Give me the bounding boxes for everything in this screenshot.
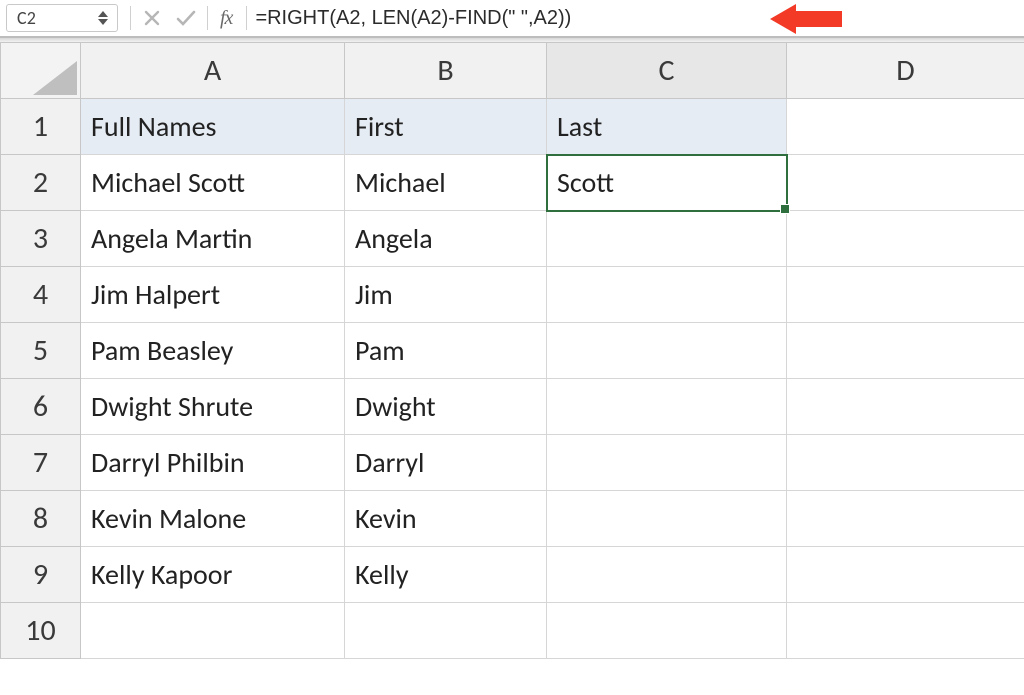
formula-bar: C2 fx [0, 0, 1024, 38]
table-row: 2 Michael Scott Michael Scott [1, 155, 1024, 211]
cell-A3[interactable]: Angela Martin [81, 211, 345, 267]
cell-B9[interactable]: Kelly [345, 547, 547, 603]
cell-C6[interactable] [547, 379, 787, 435]
cell-C8[interactable] [547, 491, 787, 547]
cell-D5[interactable] [787, 323, 1024, 379]
table-row: 8 Kevin Malone Kevin [1, 491, 1024, 547]
column-header-D[interactable]: D [787, 43, 1024, 99]
row-header-7[interactable]: 7 [1, 435, 81, 491]
table-row: 10 [1, 603, 1024, 659]
cell-A10[interactable] [81, 603, 345, 659]
cell-B8[interactable]: Kevin [345, 491, 547, 547]
cell-C5[interactable] [547, 323, 787, 379]
table-row: 6 Dwight Shrute Dwight [1, 379, 1024, 435]
row-header-2[interactable]: 2 [1, 155, 81, 211]
cell-B10[interactable] [345, 603, 547, 659]
cell-C3[interactable] [547, 211, 787, 267]
name-box-dropdown-icon[interactable] [97, 10, 109, 26]
column-header-row: A B C D [1, 43, 1024, 99]
cell-D7[interactable] [787, 435, 1024, 491]
select-all-corner[interactable] [1, 43, 81, 99]
cell-A7[interactable]: Darryl Philbin [81, 435, 345, 491]
cell-A2[interactable]: Michael Scott [81, 155, 345, 211]
accept-formula-button[interactable] [169, 9, 203, 27]
table-row: 5 Pam Beasley Pam [1, 323, 1024, 379]
cell-A4[interactable]: Jim Halpert [81, 267, 345, 323]
cell-A8[interactable]: Kevin Malone [81, 491, 345, 547]
fx-icon[interactable]: fx [220, 7, 232, 30]
formula-input[interactable] [251, 5, 1018, 32]
cell-D10[interactable] [787, 603, 1024, 659]
cell-C10[interactable] [547, 603, 787, 659]
separator [246, 6, 247, 30]
cell-D6[interactable] [787, 379, 1024, 435]
cell-C2[interactable]: Scott [547, 155, 787, 211]
cell-D4[interactable] [787, 267, 1024, 323]
table-row: 9 Kelly Kapoor Kelly [1, 547, 1024, 603]
row-header-3[interactable]: 3 [1, 211, 81, 267]
row-header-5[interactable]: 5 [1, 323, 81, 379]
cell-A6[interactable]: Dwight Shrute [81, 379, 345, 435]
column-header-A[interactable]: A [81, 43, 345, 99]
cell-B6[interactable]: Dwight [345, 379, 547, 435]
cell-D3[interactable] [787, 211, 1024, 267]
cell-C1[interactable]: Last [547, 99, 787, 155]
cell-B2[interactable]: Michael [345, 155, 547, 211]
name-box[interactable]: C2 [6, 4, 118, 32]
table-row: 4 Jim Halpert Jim [1, 267, 1024, 323]
cell-A9[interactable]: Kelly Kapoor [81, 547, 345, 603]
table-row: 1 Full Names First Last [1, 99, 1024, 155]
row-header-1[interactable]: 1 [1, 99, 81, 155]
cell-D8[interactable] [787, 491, 1024, 547]
cell-C4[interactable] [547, 267, 787, 323]
column-header-B[interactable]: B [345, 43, 547, 99]
row-header-9[interactable]: 9 [1, 547, 81, 603]
cell-D9[interactable] [787, 547, 1024, 603]
cell-C7[interactable] [547, 435, 787, 491]
row-header-10[interactable]: 10 [1, 603, 81, 659]
cell-B5[interactable]: Pam [345, 323, 547, 379]
cell-C9[interactable] [547, 547, 787, 603]
row-header-4[interactable]: 4 [1, 267, 81, 323]
separator [130, 6, 131, 30]
column-header-C[interactable]: C [547, 43, 787, 99]
row-header-6[interactable]: 6 [1, 379, 81, 435]
cell-B1[interactable]: First [345, 99, 547, 155]
cell-A5[interactable]: Pam Beasley [81, 323, 345, 379]
separator [207, 6, 208, 30]
cell-B3[interactable]: Angela [345, 211, 547, 267]
spreadsheet-grid[interactable]: A B C D 1 Full Names First Last 2 Michae… [0, 42, 1024, 659]
cell-D1[interactable] [787, 99, 1024, 155]
cell-B7[interactable]: Darryl [345, 435, 547, 491]
cell-A1[interactable]: Full Names [81, 99, 345, 155]
table-row: 3 Angela Martin Angela [1, 211, 1024, 267]
name-box-value: C2 [17, 7, 36, 29]
callout-arrow-icon [770, 2, 842, 36]
cell-B4[interactable]: Jim [345, 267, 547, 323]
row-header-8[interactable]: 8 [1, 491, 81, 547]
table-row: 7 Darryl Philbin Darryl [1, 435, 1024, 491]
cell-D2[interactable] [787, 155, 1024, 211]
cancel-formula-button[interactable] [135, 9, 169, 27]
